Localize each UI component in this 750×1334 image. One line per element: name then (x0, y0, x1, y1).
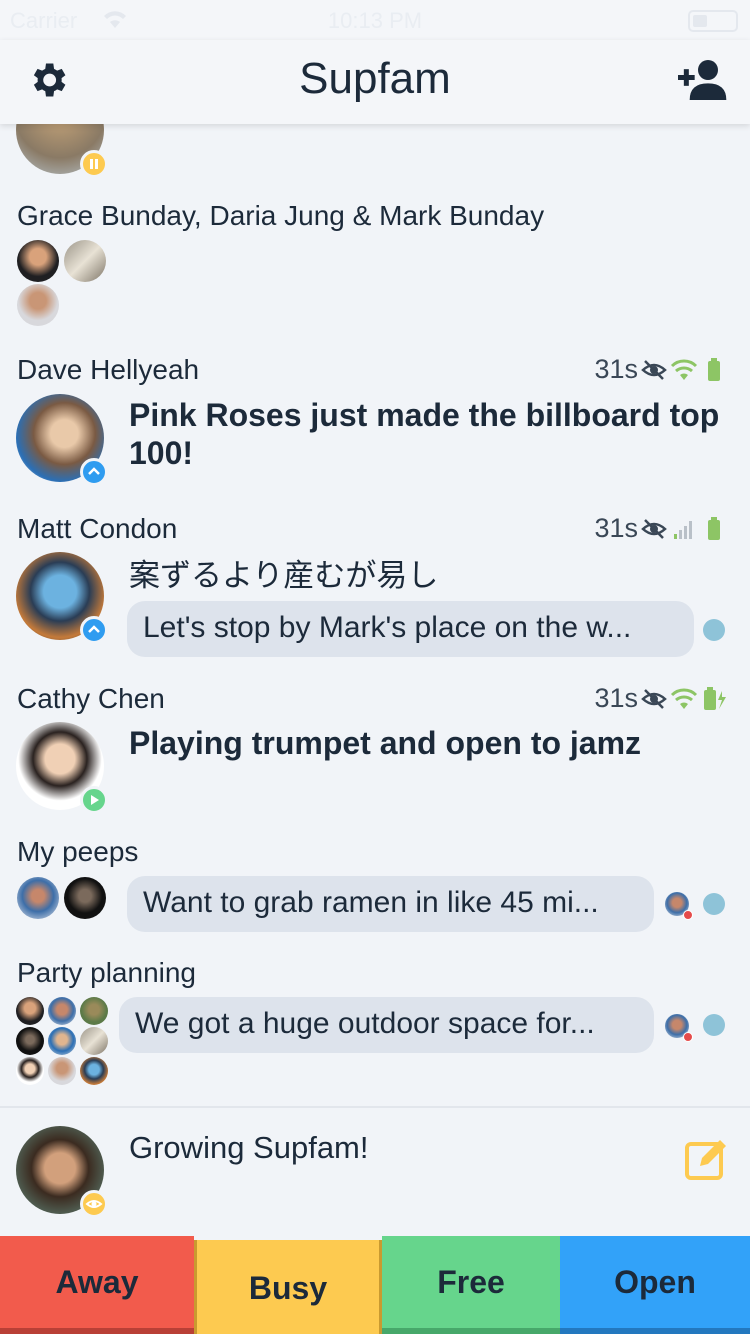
conversation-name: Grace Bunday, Daria Jung & Mark Bunday (17, 200, 545, 231)
avatar (80, 1057, 108, 1085)
battery-icon (708, 516, 720, 540)
conversation-name: Party planning (17, 957, 197, 988)
avatar (48, 1027, 76, 1055)
avatar (16, 1057, 44, 1085)
hidden-eye-icon (641, 359, 667, 380)
app-title: Supfam (299, 54, 451, 103)
eye-badge-icon (80, 1190, 108, 1218)
chevron-up-badge-icon (80, 458, 108, 486)
pause-badge-icon (80, 150, 108, 178)
busy-button[interactable]: Busy (194, 1240, 382, 1334)
free-button[interactable]: Free (382, 1236, 560, 1334)
failed-icon (683, 1032, 693, 1042)
conversation-name: My peeps (17, 836, 139, 867)
wifi-icon (670, 359, 698, 380)
last-message-bubble[interactable]: Let's stop by Mark's place on the w... (127, 601, 694, 657)
away-button[interactable]: Away (0, 1236, 194, 1334)
away-label: Away (55, 1264, 139, 1300)
status-text: 案ずるより産むが易し (129, 558, 439, 593)
failed-icon (683, 910, 693, 920)
battery-icon (708, 357, 720, 381)
my-status-text[interactable]: Growing Supfam! (129, 1130, 369, 1166)
contact-meta: 31s (594, 354, 728, 385)
avatar (64, 240, 106, 282)
avatar (16, 997, 44, 1025)
unread-dot (703, 619, 725, 641)
avatar (48, 997, 76, 1025)
hidden-eye-icon (641, 688, 667, 709)
contact-name: Dave Hellyeah (17, 354, 200, 385)
last-seen-time: 31s (594, 354, 638, 384)
edit-icon[interactable] (684, 1136, 730, 1182)
last-seen-time: 31s (594, 683, 638, 713)
contact-name: Matt Condon (17, 513, 178, 544)
add-person-icon[interactable] (678, 58, 728, 102)
status-text: Pink Roses just made the billboard top 1… (129, 397, 720, 471)
clock: 10:13 PM (327, 8, 423, 33)
last-message-bubble[interactable]: Want to grab ramen in like 45 mi... (127, 876, 654, 932)
battery-charging-icon (704, 686, 726, 710)
feed-list[interactable]: Grace Bunday, Daria Jung & Mark Bunday D… (0, 124, 750, 1104)
unread-dot (703, 1014, 725, 1036)
busy-label: Busy (248, 1270, 328, 1306)
avatar (48, 1057, 76, 1085)
my-status-panel: Growing Supfam! (0, 1106, 750, 1236)
avatar (64, 877, 106, 919)
avatar (17, 240, 59, 282)
contact-meta: 31s (594, 683, 728, 714)
nav-bar: Supfam (0, 40, 750, 124)
avatar (17, 284, 59, 326)
status-text: Playing trumpet and open to jamz (129, 725, 642, 761)
contact-name: Cathy Chen (17, 683, 165, 714)
availability-bar: Away Busy Free Open (0, 1236, 750, 1334)
chevron-up-badge-icon (80, 616, 108, 644)
status-bar: Carrier 10:13 PM (0, 0, 750, 40)
last-seen-time: 31s (594, 513, 638, 543)
play-badge-icon (80, 786, 108, 814)
last-message-bubble[interactable]: We got a huge outdoor space for... (119, 997, 654, 1053)
contact-meta: 31s (594, 513, 728, 544)
hidden-eye-icon (641, 518, 667, 539)
avatar (80, 997, 108, 1025)
unread-dot (703, 893, 725, 915)
avatar (80, 1027, 108, 1055)
avatar (16, 1027, 44, 1055)
cell-signal-icon (674, 520, 692, 539)
avatar (17, 877, 59, 919)
free-label: Free (437, 1264, 505, 1300)
open-button[interactable]: Open (560, 1236, 750, 1334)
wifi-icon (670, 688, 698, 709)
open-label: Open (614, 1264, 696, 1300)
battery-icon (688, 10, 738, 32)
